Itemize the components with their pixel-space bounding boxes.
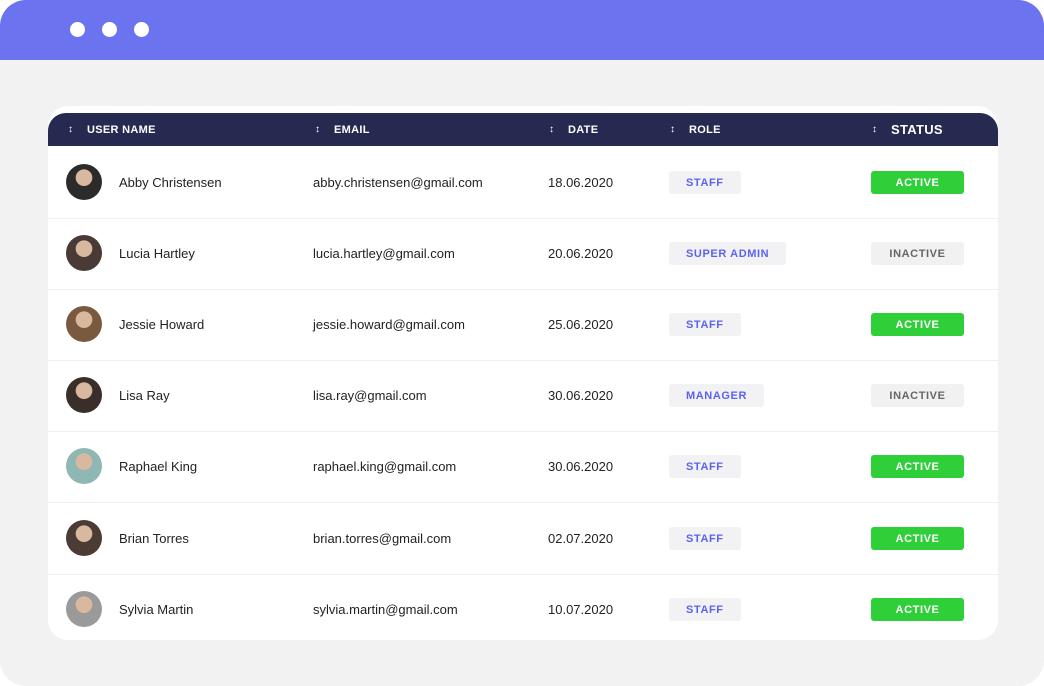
user-name: Lucia Hartley xyxy=(119,246,195,261)
user-name: Jessie Howard xyxy=(119,317,205,332)
app-window: ↕ USER NAME ↕ EMAIL ↕ DATE ↕ ROLE ↕ STAT… xyxy=(0,0,1044,686)
role-badge: STAFF xyxy=(669,313,741,336)
status-badge: ACTIVE xyxy=(871,527,964,550)
user-email: raphael.king@gmail.com xyxy=(313,459,457,474)
user-email: sylvia.martin@gmail.com xyxy=(313,602,458,617)
user-name: Raphael King xyxy=(119,459,198,474)
role-badge: STAFF xyxy=(669,527,741,550)
avatar xyxy=(66,164,102,200)
users-table-card: ↕ USER NAME ↕ EMAIL ↕ DATE ↕ ROLE ↕ STAT… xyxy=(48,106,998,640)
avatar xyxy=(66,520,102,556)
table-header: ↕ USER NAME ↕ EMAIL ↕ DATE ↕ ROLE ↕ STAT… xyxy=(48,113,998,146)
sort-icon: ↕ xyxy=(549,124,555,135)
status-badge: ACTIVE xyxy=(871,598,964,621)
avatar xyxy=(66,591,102,627)
sort-icon: ↕ xyxy=(68,124,74,135)
status-badge: ACTIVE xyxy=(871,171,964,194)
table-row[interactable]: Brian Torres brian.torres@gmail.com 02.07.… xyxy=(48,503,998,575)
sort-icon: ↕ xyxy=(315,124,321,135)
user-date: 30.06.2020 xyxy=(548,388,614,403)
window-dot-minimize[interactable] xyxy=(102,22,117,37)
column-header-role[interactable]: ↕ ROLE xyxy=(670,113,721,146)
column-header-status[interactable]: ↕ STATUS xyxy=(872,113,943,146)
sort-icon: ↕ xyxy=(670,124,676,135)
sort-icon: ↕ xyxy=(872,124,878,135)
user-name: Brian Torres xyxy=(119,531,189,546)
window-dot-maximize[interactable] xyxy=(134,22,149,37)
role-badge: STAFF xyxy=(669,598,741,621)
user-email: jessie.howard@gmail.com xyxy=(313,317,465,332)
user-name: Sylvia Martin xyxy=(119,602,194,617)
status-badge: INACTIVE xyxy=(871,384,964,407)
user-email: abby.christensen@gmail.com xyxy=(313,175,483,190)
role-badge: STAFF xyxy=(669,171,741,194)
user-email: lisa.ray@gmail.com xyxy=(313,388,427,403)
table-row[interactable]: Raphael King raphael.king@gmail.com 30.06.… xyxy=(48,431,998,503)
column-header-email[interactable]: ↕ EMAIL xyxy=(315,113,370,146)
avatar xyxy=(66,306,102,342)
role-badge: STAFF xyxy=(669,455,741,478)
avatar xyxy=(66,235,102,271)
table-row[interactable]: Abby Christensen abby.christensen@gmail.c… xyxy=(48,147,998,219)
role-badge: SUPER ADMIN xyxy=(669,242,787,265)
table-row[interactable]: Sylvia Martin sylvia.martin@gmail.com 10.0… xyxy=(48,574,998,640)
table-row[interactable]: Lucia Hartley lucia.hartley@gmail.com 20.0… xyxy=(48,218,998,290)
user-date: 02.07.2020 xyxy=(548,531,614,546)
status-badge: INACTIVE xyxy=(871,242,964,265)
user-date: 30.06.2020 xyxy=(548,459,614,474)
table-row[interactable]: Jessie Howard jessie.howard@gmail.com 25.0… xyxy=(48,289,998,361)
window-dot-close[interactable] xyxy=(70,22,85,37)
user-date: 20.06.2020 xyxy=(548,246,614,261)
role-badge: MANAGER xyxy=(669,384,765,407)
status-badge: ACTIVE xyxy=(871,313,964,336)
avatar xyxy=(66,377,102,413)
column-header-username[interactable]: ↕ USER NAME xyxy=(68,113,156,146)
user-date: 10.07.2020 xyxy=(548,602,614,617)
user-email: brian.torres@gmail.com xyxy=(313,531,452,546)
column-header-date[interactable]: ↕ DATE xyxy=(549,113,598,146)
avatar xyxy=(66,448,102,484)
user-email: lucia.hartley@gmail.com xyxy=(313,246,455,261)
user-date: 18.06.2020 xyxy=(548,175,614,190)
user-date: 25.06.2020 xyxy=(548,317,614,332)
user-name: Abby Christensen xyxy=(119,175,222,190)
table-row[interactable]: Lisa Ray lisa.ray@gmail.com 30.06.2020 MANA… xyxy=(48,360,998,432)
window-titlebar xyxy=(0,0,1044,60)
status-badge: ACTIVE xyxy=(871,455,964,478)
user-name: Lisa Ray xyxy=(119,388,170,403)
